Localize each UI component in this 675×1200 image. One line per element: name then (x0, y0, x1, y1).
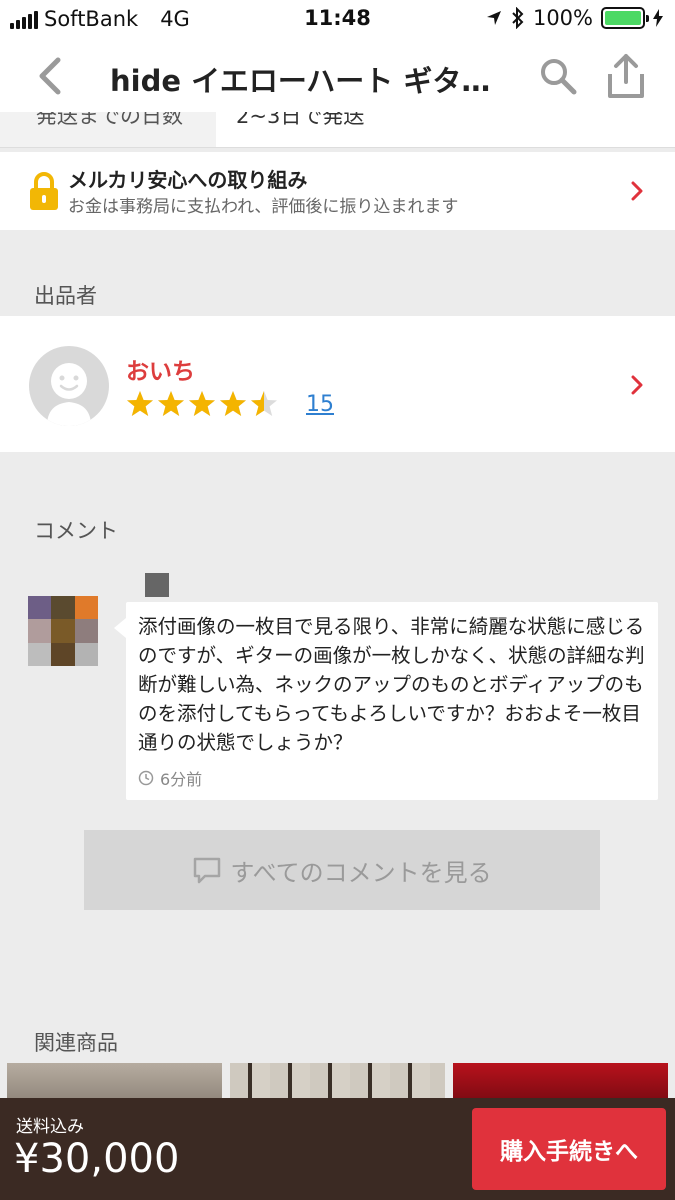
shipping-days-label: 発送までの日数 (36, 112, 183, 128)
nav-bar: hide イエローハート ギタ… (0, 40, 675, 112)
star-icon (251, 391, 277, 416)
related-section-label: 関連商品 (34, 1031, 118, 1055)
clock-icon (138, 770, 154, 786)
related-item-thumbnail[interactable] (453, 1063, 668, 1103)
safety-subtitle: お金は事務局に支払われ、評価後に振り込まれます (68, 197, 459, 217)
view-all-comments-label: すべてのコメントを見る (230, 858, 492, 887)
bluetooth-icon (512, 7, 524, 29)
shipping-days-row: 発送までの日数 2~3日で発送 (0, 112, 675, 148)
safety-title: メルカリ安心への取り組み (68, 168, 308, 192)
default-avatar-icon (47, 363, 91, 426)
star-icon (220, 391, 246, 416)
battery-icon (601, 7, 649, 29)
seller-avatar (29, 346, 109, 426)
comment-time-text: 6分前 (160, 770, 203, 789)
buy-button[interactable]: 購入手続きへ (472, 1108, 666, 1190)
related-item-thumbnail[interactable] (7, 1063, 222, 1103)
comment-bubble: 添付画像の一枚目で見る限り、非常に綺麗な状態に感じるのですが、ギターの画像が一枚… (114, 602, 658, 800)
star-icon (158, 391, 184, 416)
comments-section-label: コメント (34, 519, 118, 543)
page-title: hide イエローハート ギタ… (110, 64, 491, 98)
comment-time: 6分前 (138, 766, 202, 790)
battery-percent: 100% (532, 6, 593, 30)
star-icon (189, 391, 215, 416)
seller-section-label: 出品者 (34, 284, 97, 308)
shipping-included-label: 送料込み (16, 1117, 84, 1137)
charging-icon (653, 9, 663, 27)
chevron-right-icon (631, 375, 643, 395)
view-all-comments-button[interactable]: すべてのコメントを見る (84, 830, 600, 910)
related-item-thumbnail[interactable] (230, 1063, 445, 1103)
item-price: ¥30,000 (14, 1136, 180, 1182)
seller-rating-stars (126, 390, 278, 418)
lock-icon (30, 172, 58, 210)
seller-name[interactable]: おいち (126, 352, 195, 386)
commenter-name-redacted (145, 573, 169, 597)
back-icon[interactable] (30, 54, 70, 98)
shipping-days-value: 2~3日で発送 (236, 112, 365, 128)
location-icon (486, 11, 501, 25)
safety-info-row[interactable]: メルカリ安心への取り組み お金は事務局に支払われ、評価後に振り込まれます (0, 152, 675, 230)
star-icon (127, 391, 153, 416)
seller-card[interactable]: おいち 15 (0, 316, 675, 452)
status-indicators: 100% (485, 6, 663, 30)
search-icon[interactable] (538, 56, 578, 96)
purchase-bar: 送料込み ¥30,000 購入手続きへ (0, 1098, 675, 1200)
rating-count-link[interactable]: 15 (306, 392, 334, 417)
chevron-right-icon (631, 181, 643, 201)
share-icon[interactable] (604, 52, 648, 100)
comment-icon (194, 857, 221, 884)
comment-text: 添付画像の一枚目で見る限り、非常に綺麗な状態に感じるのですが、ギターの画像が一枚… (138, 615, 645, 754)
commenter-avatar[interactable] (28, 596, 98, 666)
related-items-row (0, 1063, 675, 1103)
status-bar: SoftBank 4G 11:48 100% (0, 0, 675, 40)
